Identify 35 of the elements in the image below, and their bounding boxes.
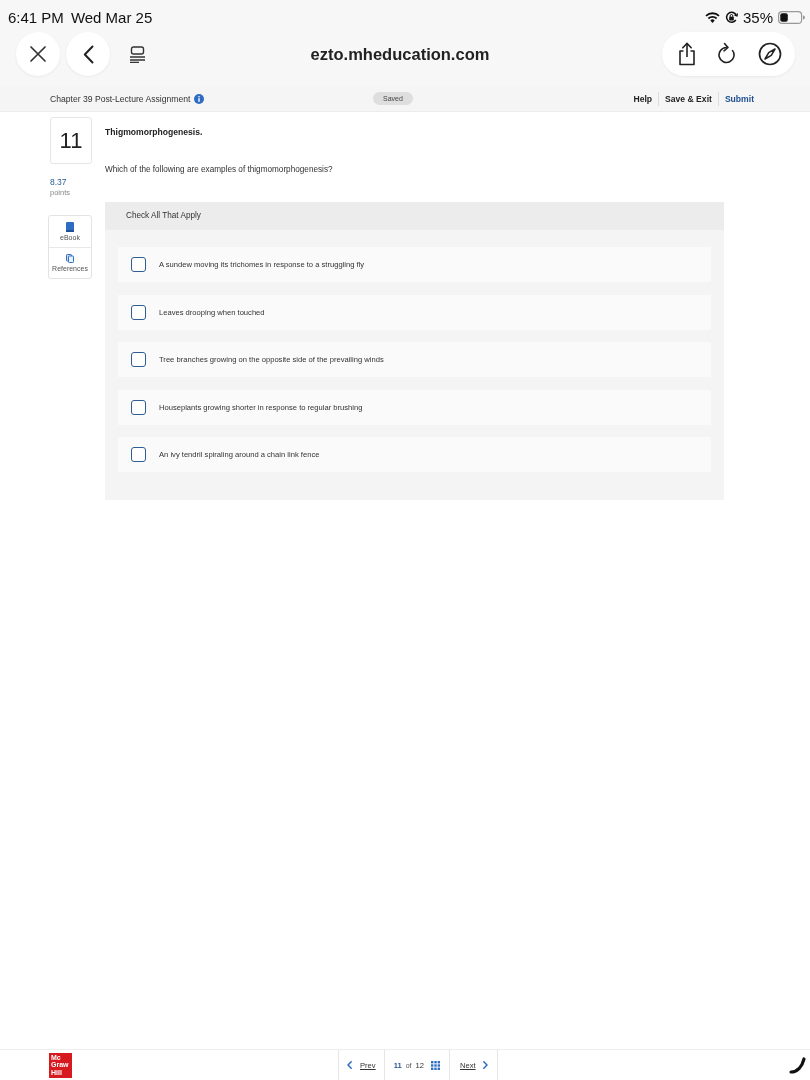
address-bar-url[interactable]: ezto.mheducation.com xyxy=(300,44,500,64)
battery-icon xyxy=(778,10,805,24)
chevron-left-icon xyxy=(82,44,94,64)
share-icon xyxy=(676,42,697,66)
rotation-lock-icon xyxy=(724,10,738,24)
close-button[interactable] xyxy=(16,32,60,76)
question-title: Thigmomorphogenesis. xyxy=(105,126,204,138)
back-button[interactable] xyxy=(66,32,110,76)
assignment-title: Chapter 39 Post-Lecture Assignment xyxy=(50,93,191,104)
compass-icon xyxy=(758,42,783,66)
header-link[interactable]: Save & Exit xyxy=(658,91,718,106)
checkbox[interactable] xyxy=(131,352,146,367)
checkbox[interactable] xyxy=(131,447,146,462)
curve-icon xyxy=(789,1056,806,1074)
header-link[interactable]: Help xyxy=(627,91,659,106)
info-icon[interactable] xyxy=(194,93,205,104)
grid-icon xyxy=(430,1060,440,1070)
question-number: 11 xyxy=(50,117,92,164)
status-date: Wed Mar 25 xyxy=(70,8,153,26)
header-link[interactable]: Submit xyxy=(717,91,754,106)
chevron-left-icon xyxy=(347,1061,352,1069)
documents-icon xyxy=(66,253,74,263)
wifi-icon xyxy=(704,11,720,23)
close-icon xyxy=(29,45,47,63)
status-time: 6:41 PM xyxy=(8,8,64,26)
checkbox[interactable] xyxy=(131,304,146,320)
points-value: 8.37 xyxy=(50,176,67,188)
tab-list-icon[interactable] xyxy=(129,45,146,63)
instruction-header: Check All That Apply xyxy=(105,202,724,230)
checkbox[interactable] xyxy=(131,257,146,272)
checkbox[interactable] xyxy=(131,399,146,415)
book-icon xyxy=(66,221,74,232)
question-prompt: Which of the following are examples of thigmomorphogenesis? xyxy=(105,164,334,176)
chevron-right-icon xyxy=(482,1061,488,1069)
battery-percentage: 35% xyxy=(742,8,773,26)
